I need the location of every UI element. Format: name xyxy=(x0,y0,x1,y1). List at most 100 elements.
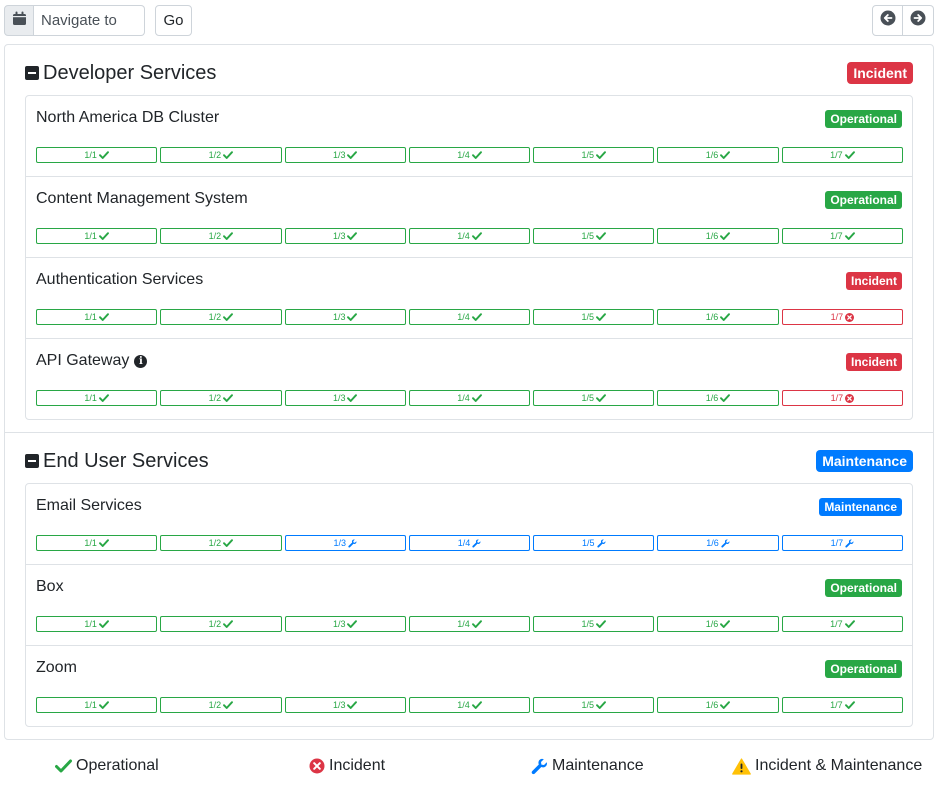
service-name-wrap: Zoom xyxy=(36,659,77,677)
x-circle-icon xyxy=(309,758,325,774)
check-icon xyxy=(347,151,358,159)
day-status-cell[interactable]: 1/6 xyxy=(657,697,779,713)
check-icon xyxy=(98,620,109,628)
day-status-cell[interactable]: 1/4 xyxy=(408,535,531,551)
day-label: 1/2 xyxy=(208,700,222,710)
day-status-cell[interactable]: 1/6 xyxy=(657,535,779,551)
day-label: 1/4 xyxy=(457,150,470,160)
day-status-cell[interactable]: 1/5 xyxy=(533,309,655,325)
day-label: 1/4 xyxy=(457,700,470,710)
day-status-cell[interactable]: 1/4 xyxy=(408,147,531,163)
day-status-cell[interactable]: 1/3 xyxy=(284,309,406,325)
check-icon xyxy=(471,232,482,240)
day-status-cell[interactable]: 1/7 xyxy=(781,535,903,551)
service-row: API Gateway i Incident 1/1 1/2 1/3 1/4 1/5 1/6 1/… xyxy=(26,339,912,420)
collapse-minus-icon[interactable] xyxy=(25,66,39,80)
check-icon xyxy=(596,394,606,402)
day-status-cell[interactable]: 1/1 xyxy=(36,535,158,551)
day-status-cell[interactable]: 1/7 xyxy=(781,147,903,163)
day-status-cell[interactable]: 1/3 xyxy=(284,390,406,406)
day-status-cell[interactable]: 1/5 xyxy=(533,228,655,244)
check-icon xyxy=(223,539,234,547)
day-status-cell[interactable]: 1/3 xyxy=(284,535,406,551)
day-status-cell[interactable]: 1/5 xyxy=(533,147,655,163)
day-status-cell[interactable]: 1/2 xyxy=(160,390,282,406)
check-icon xyxy=(347,313,358,321)
check-icon xyxy=(223,151,234,159)
day-status-cell[interactable]: 1/5 xyxy=(533,697,655,713)
service-row: Authentication Services Incident 1/1 1/2 1/3… xyxy=(26,258,912,339)
day-label: 1/7 xyxy=(830,150,843,160)
day-status-cell[interactable]: 1/7 xyxy=(781,228,903,244)
day-status-cell[interactable]: 1/2 xyxy=(160,147,282,163)
service-name-wrap: Authentication Services xyxy=(36,271,203,289)
day-status-cell[interactable]: 1/2 xyxy=(160,697,282,713)
day-status-cell[interactable]: 1/7 xyxy=(781,309,903,325)
day-status-cell[interactable]: 1/7 xyxy=(781,697,903,713)
day-status-cell[interactable]: 1/4 xyxy=(408,697,531,713)
check-icon xyxy=(720,151,731,159)
navigate-to-input[interactable] xyxy=(34,5,145,36)
day-status-cell[interactable]: 1/6 xyxy=(657,228,779,244)
next-button[interactable] xyxy=(903,5,934,36)
day-status-cell[interactable]: 1/7 xyxy=(781,616,903,632)
day-label: 1/3 xyxy=(332,619,346,629)
day-label: 1/7 xyxy=(830,619,843,629)
service-row: Email Services Maintenance 1/1 1/2 1/3 1/4 1/5… xyxy=(26,484,912,565)
day-status-cell[interactable]: 1/3 xyxy=(284,697,406,713)
check-icon xyxy=(844,620,855,628)
day-label: 1/7 xyxy=(830,700,843,710)
arrow-right-circle-icon xyxy=(910,10,926,31)
day-status-cell[interactable]: 1/2 xyxy=(160,535,282,551)
legend-incident-label: Incident xyxy=(329,757,386,774)
day-status-cell[interactable]: 1/4 xyxy=(408,390,531,406)
day-label: 1/1 xyxy=(84,312,97,322)
day-status-cell[interactable]: 1/6 xyxy=(657,390,779,406)
day-status-cell[interactable]: 1/4 xyxy=(408,309,531,325)
day-label: 1/1 xyxy=(84,231,97,241)
day-status-cell[interactable]: 1/2 xyxy=(160,228,282,244)
day-status-cell[interactable]: 1/5 xyxy=(533,616,655,632)
day-status-cell[interactable]: 1/5 xyxy=(533,535,655,551)
check-icon xyxy=(844,151,855,159)
wrench-icon xyxy=(721,538,730,548)
day-status-cell[interactable]: 1/3 xyxy=(284,228,406,244)
day-label: 1/1 xyxy=(84,393,97,403)
day-label: 1/5 xyxy=(581,150,595,160)
day-status-cell[interactable]: 1/7 xyxy=(781,390,903,406)
day-label: 1/2 xyxy=(208,231,222,241)
check-icon xyxy=(471,313,482,321)
day-status-cell[interactable]: 1/6 xyxy=(657,147,779,163)
day-status-cell[interactable]: 1/3 xyxy=(284,616,406,632)
day-status-cell[interactable]: 1/1 xyxy=(36,697,158,713)
day-status-cell[interactable]: 1/4 xyxy=(408,228,531,244)
day-label: 1/6 xyxy=(705,619,719,629)
day-label: 1/5 xyxy=(581,312,595,322)
day-status-cell[interactable]: 1/6 xyxy=(657,616,779,632)
day-status-cell[interactable]: 1/1 xyxy=(36,228,158,244)
go-button[interactable]: Go xyxy=(155,5,192,36)
day-status-cell[interactable]: 1/6 xyxy=(657,309,779,325)
day-status-cell[interactable]: 1/1 xyxy=(36,390,158,406)
day-status-cell[interactable]: 1/5 xyxy=(533,390,655,406)
day-status-cell[interactable]: 1/1 xyxy=(36,616,158,632)
previous-button[interactable] xyxy=(872,5,903,36)
day-status-cell[interactable]: 1/4 xyxy=(408,616,531,632)
day-status-cell[interactable]: 1/2 xyxy=(160,309,282,325)
service-name: Email Services xyxy=(36,497,142,514)
check-icon xyxy=(596,232,606,240)
service-row: Zoom Operational 1/1 1/2 1/3 1/4 1/5 1/6 1/7 xyxy=(26,646,912,727)
check-icon xyxy=(347,232,358,240)
day-status-cell[interactable]: 1/3 xyxy=(284,147,406,163)
calendar-button[interactable] xyxy=(4,5,34,36)
calendar-icon xyxy=(12,11,26,30)
day-status-cell[interactable]: 1/1 xyxy=(36,309,158,325)
wrench-icon xyxy=(348,538,357,548)
day-label: 1/1 xyxy=(84,538,97,548)
service-row: North America DB Cluster Operational 1/1 1/… xyxy=(26,96,912,177)
day-status-cell[interactable]: 1/1 xyxy=(36,147,158,163)
service-name: Box xyxy=(36,578,64,595)
collapse-minus-icon[interactable] xyxy=(25,454,39,468)
day-status-cell[interactable]: 1/2 xyxy=(160,616,282,632)
info-icon[interactable]: i xyxy=(134,354,148,368)
